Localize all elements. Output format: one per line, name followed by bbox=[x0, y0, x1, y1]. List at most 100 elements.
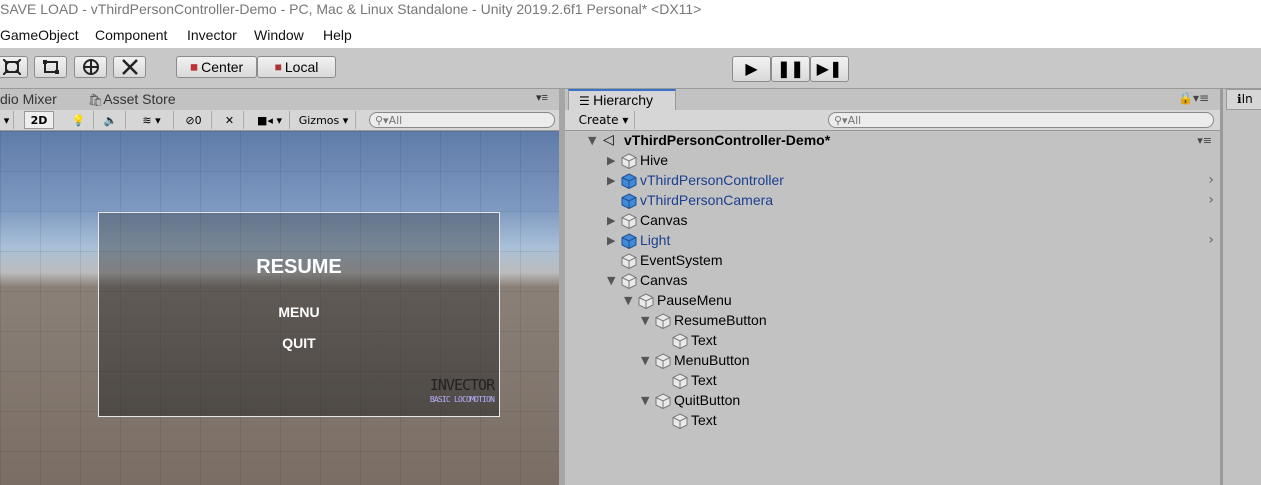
title-bar: SAVE LOAD - vThirdPersonController-Demo … bbox=[0, 0, 1261, 22]
hidden-objects-toggle[interactable]: ⊘ 0 bbox=[176, 111, 212, 129]
hierarchy-row[interactable]: ▼ PauseMenu bbox=[565, 291, 1220, 311]
rect-tool-button[interactable] bbox=[34, 56, 67, 78]
collapsed-arrow-icon[interactable]: ▶ bbox=[607, 214, 615, 227]
lightbulb-icon: 💡 bbox=[71, 113, 86, 127]
pause-icon: ❚❚ bbox=[777, 61, 804, 78]
hierarchy-item-label: Hive bbox=[640, 152, 669, 168]
panel-menu-icon[interactable]: ▾≡ bbox=[536, 91, 548, 104]
collapsed-arrow-icon[interactable]: ▶ bbox=[607, 174, 615, 187]
menu-window[interactable]: Window bbox=[254, 27, 304, 43]
camera-dropdown[interactable]: ■◂ ▾ bbox=[250, 111, 290, 129]
hierarchy-item-label: Text bbox=[691, 412, 717, 428]
quit-ui-text: QUIT bbox=[282, 335, 316, 351]
eye-slash-icon: ⊘ bbox=[185, 113, 195, 127]
tab-inspector-label: In bbox=[1241, 92, 1253, 106]
gameobject-cube-icon bbox=[655, 353, 671, 369]
hierarchy-row[interactable]: ▶ Hive bbox=[565, 151, 1220, 171]
hierarchy-item-label: vThirdPersonController bbox=[640, 172, 784, 188]
scene-toolbar: ▾ 2D 💡 🔈 ≋ ▾ ⊘ 0 ✕ ■◂ ▾ Gizmos ▾ ⚲▾ All bbox=[0, 110, 561, 131]
hierarchy-row[interactable]: vThirdPersonCamera › bbox=[565, 191, 1220, 211]
hierarchy-row[interactable]: Text bbox=[565, 371, 1220, 391]
expanded-arrow-icon[interactable]: ▼ bbox=[624, 294, 632, 307]
prefab-cube-icon bbox=[621, 193, 637, 209]
mode-2d-toggle[interactable]: 2D bbox=[24, 111, 54, 129]
lighting-toggle[interactable]: 💡 bbox=[64, 111, 94, 129]
hierarchy-search-input[interactable]: ⚲▾ All bbox=[828, 112, 1214, 128]
menu-gameobject[interactable]: GameObject bbox=[0, 27, 79, 43]
gameobject-cube-icon bbox=[621, 213, 637, 229]
gizmos-dropdown[interactable]: Gizmos ▾ bbox=[292, 111, 356, 129]
audio-toggle[interactable]: 🔈 bbox=[96, 111, 126, 129]
hierarchy-row[interactable]: ▼ ResumeButton bbox=[565, 311, 1220, 331]
pivot-mode-button[interactable]: ◼ Center bbox=[176, 56, 257, 78]
gameobject-cube-icon bbox=[672, 333, 688, 349]
pivot-rotation-label: Local bbox=[284, 59, 319, 75]
prefab-open-chevron-icon[interactable]: › bbox=[1208, 192, 1214, 208]
expanded-arrow-icon[interactable]: ▼ bbox=[641, 354, 649, 367]
hierarchy-tab-bar: ☰ Hierarchy 🔒▾≡ bbox=[565, 89, 1220, 110]
expanded-arrow-icon[interactable]: ▼ bbox=[641, 394, 649, 407]
scene-root-label: vThirdPersonController-Demo* bbox=[624, 132, 831, 148]
hierarchy-row[interactable]: ▼ QuitButton bbox=[565, 391, 1220, 411]
collapsed-arrow-icon[interactable]: ▶ bbox=[607, 234, 615, 247]
hierarchy-row[interactable]: EventSystem bbox=[565, 251, 1220, 271]
tab-asset-store[interactable]: 🛍Asset Store bbox=[88, 91, 176, 107]
hierarchy-item-label: Canvas bbox=[640, 272, 688, 288]
prefab-open-chevron-icon[interactable]: › bbox=[1208, 172, 1214, 188]
menu-help[interactable]: Help bbox=[323, 27, 352, 43]
shading-dropdown[interactable]: ▾ bbox=[0, 111, 14, 129]
hierarchy-icon: ☰ bbox=[579, 94, 594, 108]
hierarchy-row[interactable]: ▶ Light › bbox=[565, 231, 1220, 251]
play-button[interactable]: ▶ bbox=[732, 56, 771, 82]
step-button[interactable]: ▶❚ bbox=[810, 56, 849, 82]
main-toolbar: ◼ Center ■ Local ▶ ❚❚ ▶❚ bbox=[0, 48, 1261, 89]
hierarchy-row[interactable]: Text bbox=[565, 411, 1220, 431]
pause-menu-canvas[interactable]: RESUME MENU QUIT INVECTOR BASIC LOCOMOTI… bbox=[98, 212, 500, 417]
hierarchy-item-label: Light bbox=[640, 232, 671, 248]
gameobject-cube-icon bbox=[655, 393, 671, 409]
prefab-open-chevron-icon[interactable]: › bbox=[1208, 232, 1214, 248]
invector-logo: INVECTOR bbox=[429, 376, 495, 394]
menu-component[interactable]: Component bbox=[95, 27, 167, 43]
hidden-count: 0 bbox=[194, 113, 202, 127]
hierarchy-item-label: MenuButton bbox=[674, 352, 750, 368]
transform-tool-icon bbox=[82, 59, 99, 75]
hierarchy-row[interactable]: ▼ MenuButton bbox=[565, 351, 1220, 371]
collapsed-arrow-icon[interactable]: ▶ bbox=[607, 154, 615, 167]
tab-hierarchy[interactable]: ☰ Hierarchy bbox=[568, 89, 676, 110]
search-icon: ⚲▾ bbox=[834, 113, 848, 127]
pivot-rotation-button[interactable]: ■ Local bbox=[257, 56, 336, 78]
hierarchy-row[interactable]: ▶ Canvas bbox=[565, 211, 1220, 231]
inspector-panel: ℹIn bbox=[1223, 89, 1261, 485]
expand-arrow-icon[interactable]: ▼ bbox=[588, 134, 596, 147]
hierarchy-item-label: EventSystem bbox=[640, 252, 723, 268]
lock-icon[interactable]: 🔒▾≡ bbox=[1178, 91, 1209, 105]
tab-audio-mixer[interactable]: dio Mixer bbox=[0, 91, 57, 107]
scene-options-icon[interactable]: ▾≡ bbox=[1197, 134, 1212, 147]
menu-ui-text: MENU bbox=[278, 304, 320, 320]
menu-invector[interactable]: Invector bbox=[187, 27, 237, 43]
rect-tool-icon bbox=[42, 60, 59, 74]
scene-tab-bar: dio Mixer 🛍Asset Store ▾≡ bbox=[0, 89, 561, 110]
effects-dropdown[interactable]: ≋ ▾ bbox=[130, 111, 174, 129]
hierarchy-row[interactable]: ▼ Canvas bbox=[565, 271, 1220, 291]
create-dropdown[interactable]: Create ▾ bbox=[573, 111, 635, 129]
expanded-arrow-icon[interactable]: ▼ bbox=[607, 274, 615, 287]
scene-viewport[interactable]: RESUME MENU QUIT INVECTOR BASIC LOCOMOTI… bbox=[0, 131, 559, 485]
resume-ui-text: RESUME bbox=[256, 256, 342, 278]
hierarchy-row[interactable]: ▶ vThirdPersonController › bbox=[565, 171, 1220, 191]
scene-root-row[interactable]: ▼ ◁ vThirdPersonController-Demo* ▾≡ bbox=[565, 131, 1220, 151]
gameobject-cube-icon bbox=[621, 273, 637, 289]
transform-tool-button[interactable] bbox=[74, 56, 107, 78]
scene-search-input[interactable]: ⚲▾ All bbox=[369, 112, 555, 128]
tab-inspector[interactable]: ℹIn bbox=[1226, 89, 1261, 110]
expanded-arrow-icon[interactable]: ▼ bbox=[641, 314, 649, 327]
scale-tool-button[interactable] bbox=[0, 56, 28, 78]
hierarchy-row[interactable]: Text bbox=[565, 331, 1220, 351]
scene-search-placeholder: All bbox=[388, 113, 403, 127]
pause-button[interactable]: ❚❚ bbox=[771, 56, 810, 82]
gameobject-cube-icon bbox=[621, 253, 637, 269]
gameobject-cube-icon bbox=[672, 373, 688, 389]
scene-tools-toggle[interactable]: ✕ bbox=[216, 111, 244, 129]
custom-tool-button[interactable] bbox=[113, 56, 146, 78]
